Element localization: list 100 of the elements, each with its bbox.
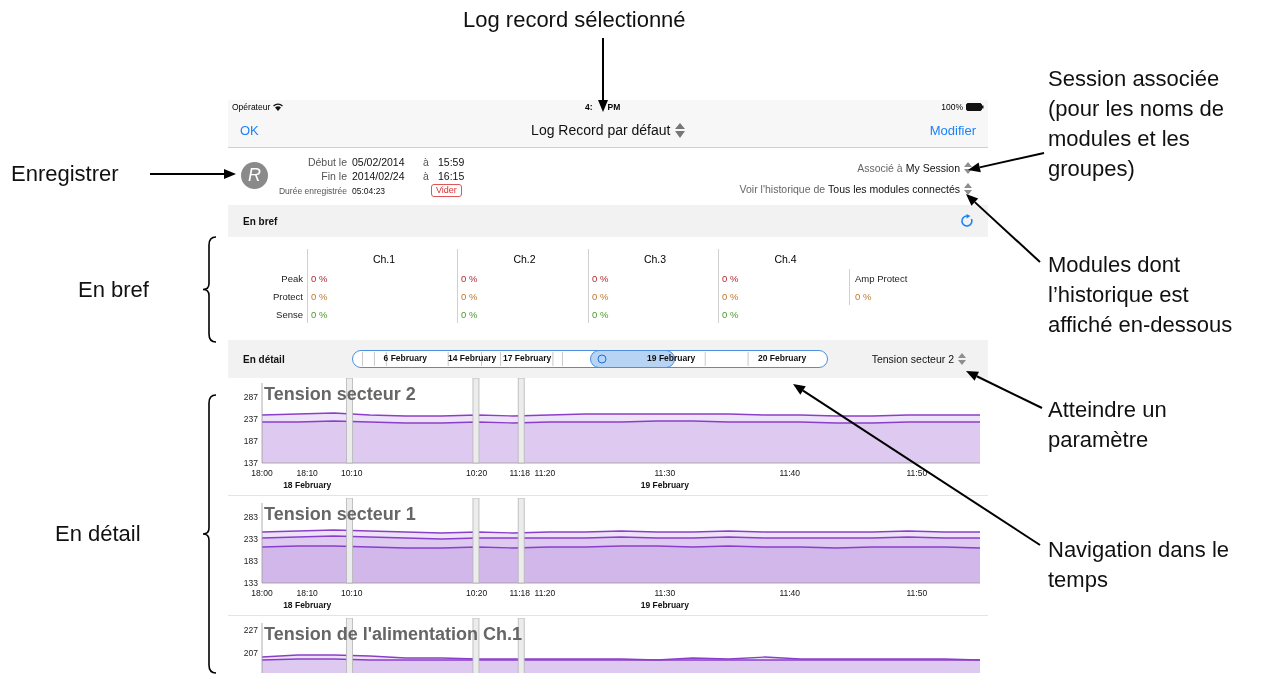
callout-text: En bref bbox=[78, 276, 149, 304]
carrier-label: Opérateur bbox=[232, 101, 271, 112]
percent-value: 0 % bbox=[461, 308, 478, 320]
axis-label: 133 bbox=[243, 578, 258, 588]
row-label: Sense bbox=[276, 308, 303, 320]
chart-title: Tension secteur 2 bbox=[264, 384, 416, 404]
percent-value: 0 % bbox=[461, 290, 478, 302]
percent-value: 0 % bbox=[592, 308, 609, 320]
channel-title: Ch.3 bbox=[643, 253, 667, 265]
channel-title: Ch.4 bbox=[774, 253, 797, 265]
row-label: Protect bbox=[272, 290, 303, 302]
parameter-picker[interactable]: Tension secteur 2 bbox=[871, 353, 954, 365]
axis-label: 11:18 bbox=[509, 588, 531, 598]
percent-value: 0 % bbox=[461, 272, 478, 284]
channel-title: Ch.1 bbox=[372, 253, 396, 265]
field-label: Fin le bbox=[320, 170, 347, 182]
modules-picker[interactable]: Tous les modules connectés bbox=[828, 183, 960, 195]
percent-value: 0 % bbox=[592, 290, 609, 302]
clock-time: 4: bbox=[585, 101, 593, 112]
axis-label: 207 bbox=[243, 648, 258, 658]
callout-text: Log record sélectionné bbox=[463, 6, 686, 34]
callout-text: Navigation dans le temps bbox=[1048, 536, 1229, 594]
field-label: Voir l'historique de bbox=[739, 183, 826, 195]
axis-label: 18:10 bbox=[296, 588, 318, 598]
axis-label: 233 bbox=[243, 534, 258, 544]
callout-text: Enregistrer bbox=[11, 160, 119, 188]
section-title: En bref bbox=[243, 215, 278, 227]
axis-label: 287 bbox=[243, 392, 258, 402]
percent-value: 0 % bbox=[311, 290, 328, 302]
field-label: Associé à bbox=[857, 162, 903, 174]
axis-label: 18 February bbox=[283, 480, 332, 490]
duration-value: 05:04:23 bbox=[352, 185, 387, 196]
clear-button[interactable]: Vider bbox=[431, 184, 462, 197]
axis-label: 11:30 bbox=[654, 588, 676, 598]
percent-value: 0 % bbox=[311, 308, 328, 320]
axis-label: 183 bbox=[243, 556, 258, 566]
axis-label: 18:00 bbox=[251, 468, 273, 478]
axis-label: 10:20 bbox=[466, 468, 488, 478]
callout-text: En détail bbox=[55, 520, 141, 548]
axis-label: 11:18 bbox=[509, 468, 531, 478]
axis-label: 11:20 bbox=[534, 588, 556, 598]
callout-text: Session associée (pour les noms de modules et les groupes) bbox=[1048, 65, 1225, 183]
axis-label: 18:10 bbox=[296, 468, 318, 478]
axis-label: 11:40 bbox=[779, 468, 801, 478]
up-down-arrows-icon[interactable] bbox=[964, 162, 972, 174]
field-label: à bbox=[422, 156, 430, 168]
callout-text: Modules dont l’historique est affiché en-dessous bbox=[1048, 251, 1233, 339]
axis-label: 10:20 bbox=[466, 588, 488, 598]
axis-label: 137 bbox=[243, 458, 258, 468]
axis-label: 19 February bbox=[640, 600, 689, 610]
axis-label: 11:50 bbox=[906, 588, 928, 598]
axis-label: 283 bbox=[243, 512, 258, 522]
axis-label: 19 February bbox=[640, 480, 689, 490]
refresh-icon[interactable] bbox=[960, 214, 974, 228]
date-label: 6 February bbox=[383, 353, 428, 363]
percent-value: 0 % bbox=[855, 290, 872, 302]
axis-label: 187 bbox=[243, 436, 258, 446]
section-title: En détail bbox=[243, 353, 285, 365]
percent-value: 0 % bbox=[311, 272, 328, 284]
callout-text: Atteindre un paramètre bbox=[1048, 396, 1167, 454]
time-value: 15:59 bbox=[438, 156, 466, 168]
chart-title: Tension de l'alimentation Ch.1 bbox=[264, 624, 522, 644]
record-picker[interactable]: Log Record par défaut bbox=[531, 122, 686, 138]
axis-label: 11:20 bbox=[534, 468, 556, 478]
percent-value: 0 % bbox=[592, 272, 609, 284]
field-label: Durée enregistrée bbox=[277, 185, 347, 196]
clock-time: PM bbox=[607, 101, 621, 112]
axis-label: 11:40 bbox=[779, 588, 801, 598]
percent-value: 0 % bbox=[722, 272, 739, 284]
field-label: Début le bbox=[306, 156, 347, 168]
axis-label: 11:30 bbox=[654, 468, 676, 478]
timeline-slider[interactable]: 6 February 14 February 17 February 19 February 20 February bbox=[351, 350, 828, 368]
percent-value: 0 % bbox=[722, 290, 739, 302]
date-label: 14 February bbox=[448, 353, 497, 363]
axis-label: 227 bbox=[243, 625, 258, 635]
axis-label: 10:10 bbox=[341, 588, 363, 598]
amp-title: Amp Protect bbox=[855, 272, 908, 284]
axis-label: 10:10 bbox=[341, 468, 363, 478]
circle-icon bbox=[596, 354, 607, 364]
date-value: 2014/02/24 bbox=[352, 170, 406, 182]
session-picker[interactable]: My Session bbox=[905, 162, 960, 174]
date-label: 19 February bbox=[647, 353, 696, 363]
field-label: à bbox=[422, 170, 430, 182]
axis-label: 18:00 bbox=[251, 588, 273, 598]
date-label: 17 February bbox=[503, 353, 552, 363]
date-value: 05/02/2014 bbox=[352, 156, 406, 168]
edit-button[interactable]: Modifier bbox=[929, 122, 976, 138]
ok-button[interactable]: OK bbox=[240, 122, 259, 138]
percent-value: 0 % bbox=[722, 308, 739, 320]
avatar: R bbox=[241, 162, 268, 189]
channel-title: Ch.2 bbox=[513, 253, 536, 265]
wifi-icon bbox=[273, 102, 284, 111]
battery-percent: 100% bbox=[941, 101, 963, 112]
up-down-arrows-icon bbox=[675, 122, 686, 138]
date-label: 20 February bbox=[758, 353, 807, 363]
axis-label: 18 February bbox=[283, 600, 332, 610]
axis-label: 237 bbox=[243, 414, 258, 424]
time-value: 16:15 bbox=[438, 170, 466, 182]
chart-title: Tension secteur 1 bbox=[264, 504, 416, 524]
battery-icon bbox=[966, 102, 984, 111]
